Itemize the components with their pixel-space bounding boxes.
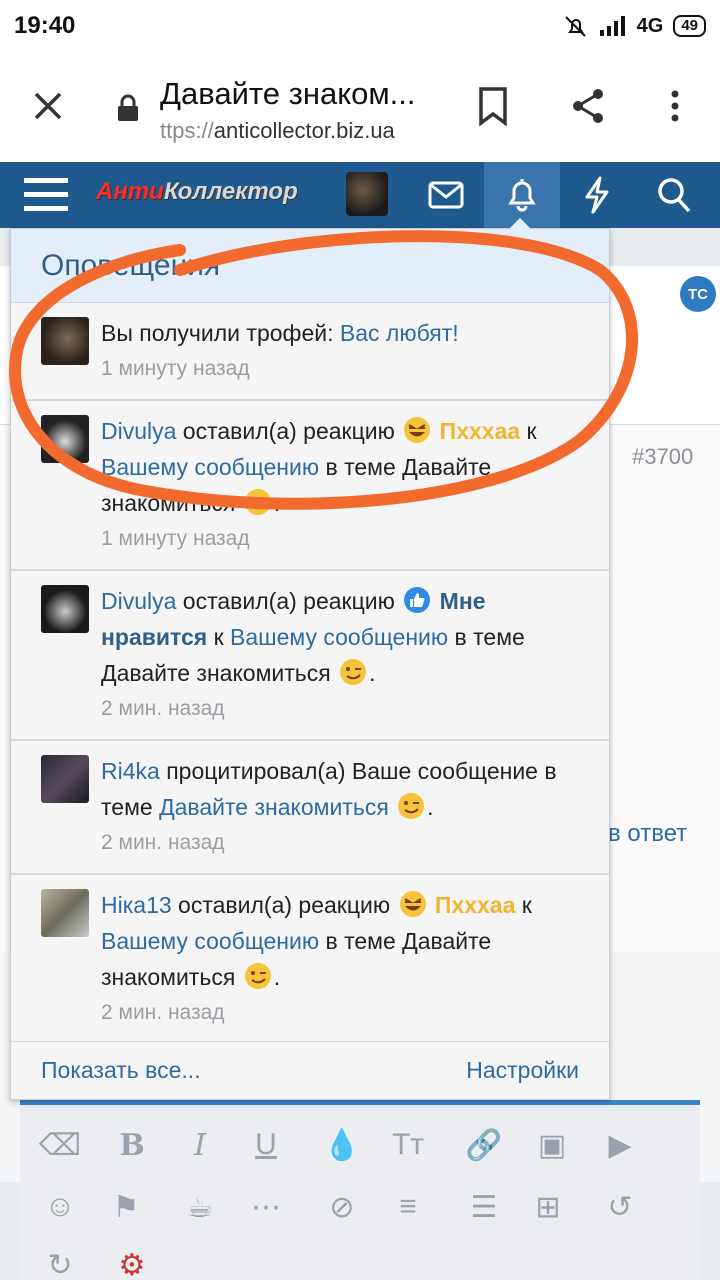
- text-size-icon[interactable]: Tт: [388, 1125, 428, 1165]
- more-options-icon[interactable]: ⋯: [246, 1187, 286, 1227]
- laughing-emoji-icon: [399, 891, 426, 917]
- notifications-list: Вы получили трофей: Вас любят! 1 минуту …: [11, 303, 609, 1043]
- smiley-icon[interactable]: ☺: [40, 1187, 80, 1227]
- avatar[interactable]: [41, 889, 89, 937]
- dropdown-arrow: [508, 218, 532, 230]
- avatar[interactable]: [41, 585, 89, 633]
- reaction-name: Пхххаа: [439, 418, 521, 444]
- avatar[interactable]: [41, 755, 89, 803]
- signal-icon: [599, 16, 625, 36]
- share-icon[interactable]: [568, 86, 608, 126]
- trophy-link[interactable]: Вас любят!: [340, 320, 459, 346]
- notification-time: 2 мин. назад: [101, 1001, 225, 1024]
- hamburger-menu-icon[interactable]: [24, 174, 68, 214]
- wink-emoji-icon: [244, 489, 271, 515]
- site-logo[interactable]: АнтиКоллектор: [96, 178, 298, 206]
- message-link[interactable]: Вашему сообщению: [101, 928, 319, 954]
- notification-action: оставил(а) реакцию: [176, 588, 402, 614]
- notification-to: к: [520, 418, 537, 444]
- site-header: АнтиКоллектор: [0, 162, 720, 228]
- wink-emoji-icon: [244, 963, 271, 989]
- notifications-dropdown: Оповещения Вы получили трофей: Вас любят…: [10, 228, 610, 1100]
- user-link[interactable]: Divulya: [101, 588, 176, 614]
- message-link[interactable]: Вашему сообщению: [230, 624, 448, 650]
- bell-icon: [508, 179, 536, 212]
- color-drop-icon[interactable]: 💧: [322, 1125, 362, 1165]
- notification-to: к: [207, 624, 231, 650]
- list-item[interactable]: Ніка13 оставил(а) реакцию Пхххаа к Вашем…: [11, 875, 609, 1043]
- more-menu-icon[interactable]: [660, 86, 690, 126]
- bookmark-icon[interactable]: [476, 86, 510, 126]
- italic-icon[interactable]: I: [180, 1125, 220, 1165]
- page-title: Давайте знаком...: [160, 76, 416, 111]
- user-link[interactable]: Ri4ka: [101, 758, 160, 784]
- notification-to: к: [515, 892, 532, 918]
- search-icon[interactable]: [656, 176, 692, 214]
- notification-action: оставил(а) реакцию: [176, 418, 402, 444]
- settings-gear-icon[interactable]: ⚙: [112, 1245, 152, 1280]
- list-item[interactable]: Ri4ka процитировал(а) Ваше сообщение в т…: [11, 741, 609, 875]
- notification-action: оставил(а) реакцию: [171, 892, 397, 918]
- notification-text: Вы получили трофей:: [101, 320, 340, 346]
- url-display[interactable]: ttps://anticollector.biz.ua: [160, 118, 460, 144]
- eraser-icon[interactable]: ⌫: [39, 1125, 81, 1165]
- status-time: 19:40: [14, 12, 76, 39]
- url-scheme: ttps://: [160, 118, 214, 143]
- image-icon[interactable]: ▣: [532, 1125, 572, 1165]
- user-avatar[interactable]: [346, 172, 388, 216]
- list-item[interactable]: Divulya оставил(а) реакцию Мне нравится …: [11, 571, 609, 741]
- url-host: anticollector.biz.ua: [213, 118, 395, 143]
- notification-time: 2 мин. назад: [101, 697, 225, 720]
- link-icon[interactable]: 🔗: [464, 1125, 504, 1165]
- flag-icon[interactable]: ⚑: [106, 1187, 146, 1227]
- avatar[interactable]: [41, 415, 89, 463]
- reply-link[interactable]: в ответ: [608, 820, 687, 848]
- notifications-footer: Показать все... Настройки: [11, 1041, 609, 1099]
- user-link[interactable]: Ніка13: [101, 892, 172, 918]
- mute-icon: [564, 16, 586, 37]
- align-icon[interactable]: ≡: [388, 1187, 428, 1227]
- thread-link[interactable]: Давайте знакомиться: [159, 794, 389, 820]
- wink-emoji-icon: [340, 659, 367, 685]
- notifications-title: Оповещения: [11, 229, 609, 303]
- table-icon[interactable]: ⊞: [528, 1187, 568, 1227]
- cup-icon[interactable]: ☕: [180, 1187, 220, 1227]
- settings-link[interactable]: Настройки: [466, 1057, 579, 1084]
- undo-icon[interactable]: ↺: [600, 1187, 640, 1227]
- avatar[interactable]: [41, 317, 89, 365]
- editor-toolbar: ⌫ B I U 💧 Tт 🔗 ▣ ▶ ☺ ⚑ ☕ ⋯ ⊘ ≡ ☰ ⊞ ↺ ↻ ⚙: [20, 1100, 700, 1280]
- message-link[interactable]: Вашему сообщению: [101, 454, 319, 480]
- browser-toolbar: Давайте знаком... ttps://anticollector.b…: [0, 52, 720, 162]
- notification-time: 2 мин. назад: [101, 831, 225, 854]
- underline-icon[interactable]: U: [246, 1125, 286, 1165]
- laughing-emoji-icon: [404, 417, 431, 443]
- battery-indicator: 49: [673, 15, 706, 37]
- logo-red-part: Анти: [96, 178, 164, 205]
- logo-rest-part: Коллектор: [163, 178, 298, 205]
- redo-icon[interactable]: ↻: [40, 1245, 80, 1280]
- user-link[interactable]: Divulya: [101, 418, 176, 444]
- reaction-name: Пхххаа: [434, 892, 516, 918]
- status-icons: 4G 49: [563, 14, 706, 38]
- mail-icon[interactable]: [428, 180, 464, 210]
- bold-icon[interactable]: B: [112, 1125, 152, 1165]
- status-bar: 19:40 4G 49: [0, 0, 720, 52]
- list-icon[interactable]: ☰: [464, 1187, 504, 1227]
- like-thumb-icon: [404, 587, 431, 613]
- hide-icon[interactable]: ⊘: [322, 1187, 362, 1227]
- notification-time: 1 минуту назад: [101, 357, 250, 380]
- network-type: 4G: [636, 14, 664, 37]
- avatar[interactable]: TC: [680, 276, 716, 312]
- post-number[interactable]: #3700: [632, 444, 693, 470]
- close-icon[interactable]: [30, 88, 66, 124]
- list-item[interactable]: Вы получили трофей: Вас любят! 1 минуту …: [11, 303, 609, 401]
- video-icon[interactable]: ▶: [600, 1125, 640, 1165]
- notification-time: 1 минуту назад: [101, 527, 250, 550]
- wink-emoji-icon: [398, 793, 425, 819]
- lightning-icon[interactable]: [582, 176, 612, 214]
- lock-icon: [118, 94, 138, 121]
- list-item[interactable]: Divulya оставил(а) реакцию Пхххаа к Ваше…: [11, 401, 609, 571]
- show-all-link[interactable]: Показать все...: [41, 1057, 201, 1084]
